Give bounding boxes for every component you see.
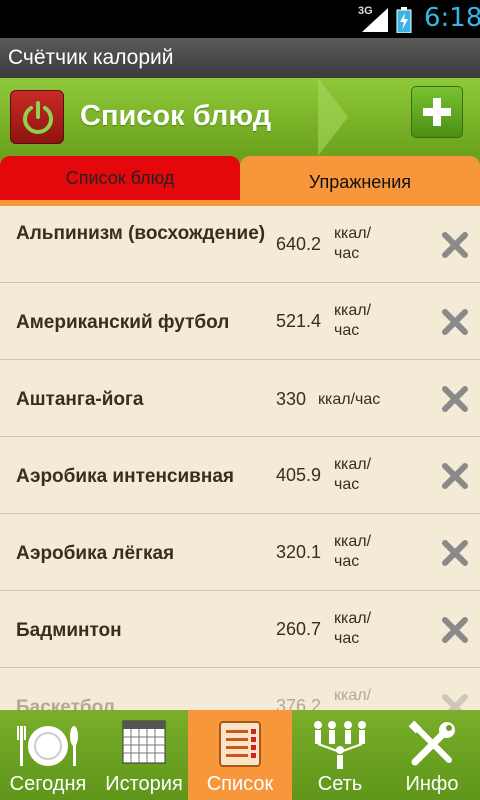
delete-icon[interactable] (442, 463, 468, 489)
exercise-name: Аэробика лёгкая (16, 543, 175, 564)
nav-info[interactable]: Инфо (384, 710, 480, 800)
nav-history-label: История (105, 773, 183, 795)
exercise-unit: ккал/час (334, 302, 372, 339)
exercise-name: Аэробика интенсивная (16, 466, 234, 487)
tab-exercises-label: Упражнения (308, 172, 412, 192)
exercise-name: Бадминтон (16, 620, 122, 641)
power-icon (23, 101, 53, 134)
delete-icon[interactable] (442, 386, 468, 412)
exercise-value: 405.9 (276, 465, 322, 485)
app-title-bar: Счётчик калорий (0, 38, 480, 78)
bottom-nav: Сегодня История Список Сеть Инфо (0, 710, 480, 800)
exercise-value: 521.4 (276, 311, 322, 331)
exercise-list[interactable]: Альпинизм (восхождение) 640.2 ккал/час А… (0, 206, 480, 710)
calendar-icon (122, 720, 166, 764)
exercise-unit: ккал/час (318, 391, 381, 408)
app-title: Счётчик калорий (8, 46, 174, 69)
nav-network-label: Сеть (317, 773, 363, 795)
delete-icon[interactable] (442, 232, 468, 258)
header-chevron-decoration (318, 78, 348, 156)
delete-icon[interactable] (442, 540, 468, 566)
plus-icon (423, 98, 451, 126)
exercise-value: 320.1 (276, 542, 322, 562)
list-item[interactable]: Американский футбол 521.4 ккал/час (0, 283, 480, 360)
list-item[interactable]: Альпинизм (восхождение) 640.2 ккал/час (0, 206, 480, 283)
exercise-name: Американский футбол (16, 312, 230, 333)
header-title: Список блюд (80, 100, 272, 132)
exercise-value: 330 (276, 389, 307, 409)
nav-history[interactable]: История (96, 710, 192, 800)
nav-info-label: Инфо (405, 773, 459, 795)
list-item[interactable]: Аштанга-йога 330 ккал/час (0, 360, 480, 437)
plate-icon (17, 726, 78, 766)
exercise-value: 376.2 (276, 696, 322, 710)
exercise-unit: ккал/час (334, 687, 372, 710)
clock: 6:18 (424, 3, 480, 33)
signal-icon (362, 8, 388, 32)
nav-today-label: Сегодня (9, 773, 87, 795)
exercise-name: Баскетбол (16, 697, 115, 710)
tools-icon (408, 720, 455, 766)
tabs: Список блюд Упражнения (0, 156, 480, 206)
battery-charging-icon (396, 7, 412, 33)
delete-icon[interactable] (442, 617, 468, 643)
list-item[interactable]: Бадминтон 260.7 ккал/час (0, 591, 480, 668)
people-icon (314, 721, 366, 769)
exercise-value: 260.7 (276, 619, 322, 639)
exercise-name: Альпинизм (восхождение) (16, 223, 266, 244)
nav-network[interactable]: Сеть (292, 710, 388, 800)
tab-foods-label: Список блюд (65, 168, 175, 188)
exercise-unit: ккал/час (334, 225, 372, 262)
list-item[interactable]: Аэробика интенсивная 405.9 ккал/час (0, 437, 480, 514)
delete-icon[interactable] (442, 694, 468, 710)
list-item[interactable]: Баскетбол 376.2 ккал/час (0, 668, 480, 710)
header: Список блюд (0, 78, 480, 156)
list-item[interactable]: Аэробика лёгкая 320.1 ккал/час (0, 514, 480, 591)
add-button[interactable] (411, 86, 463, 138)
list-icon (219, 721, 261, 767)
exercise-unit: ккал/час (334, 610, 372, 647)
status-bar: 3G 6:18 (0, 0, 480, 38)
nav-list[interactable]: Список (188, 710, 292, 800)
nav-list-label: Список (206, 773, 274, 795)
exercise-name: Аштанга-йога (16, 389, 144, 410)
delete-icon[interactable] (442, 309, 468, 335)
power-button[interactable] (10, 90, 64, 144)
nav-today[interactable]: Сегодня (0, 710, 96, 800)
tab-exercises[interactable]: Упражнения (240, 156, 480, 206)
exercise-unit: ккал/час (334, 533, 372, 570)
tab-foods[interactable]: Список блюд (0, 156, 240, 200)
exercise-unit: ккал/час (334, 456, 372, 493)
exercise-value: 640.2 (276, 234, 322, 254)
